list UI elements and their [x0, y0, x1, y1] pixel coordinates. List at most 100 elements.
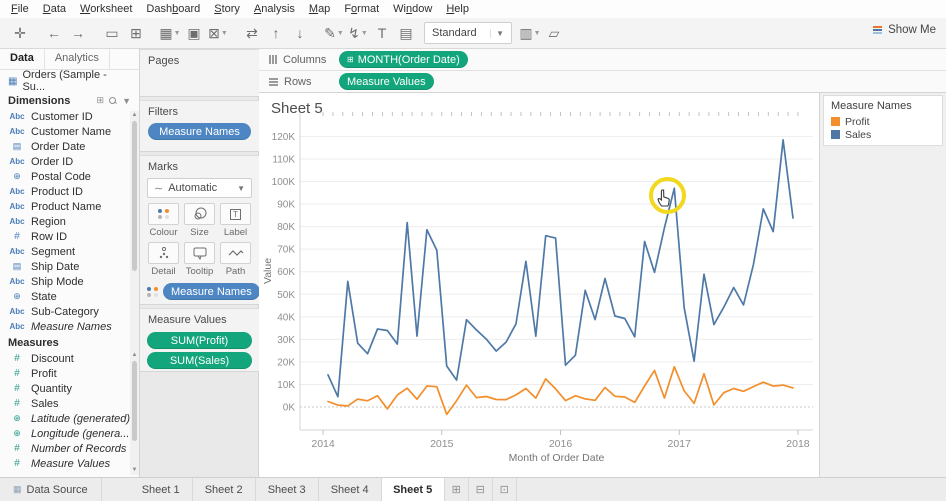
dimensions-scrollbar[interactable]: ▲▼ — [130, 111, 139, 379]
dimension-field[interactable]: ▤ Ship Date — [0, 259, 139, 274]
mark-button-detail[interactable]: Detail — [147, 242, 180, 277]
filter-pill[interactable]: Measure Names — [148, 123, 251, 140]
measure-field[interactable]: # Quantity — [0, 381, 139, 396]
field-type-icon: # — [8, 231, 26, 242]
undo-icon[interactable]: ← — [42, 21, 66, 45]
columns-shelf[interactable]: Columns ⊞MONTH(Order Date) — [259, 49, 946, 71]
menu-item[interactable]: Map — [302, 2, 337, 16]
dimension-field[interactable]: Abc Customer Name — [0, 124, 139, 139]
measure-values-pill[interactable]: SUM(Sales) — [147, 352, 252, 369]
mark-button-label[interactable]: T Label — [219, 203, 252, 238]
new-worksheet-tab-icon[interactable]: ⊞ — [445, 478, 469, 501]
measure-field[interactable]: # Profit — [0, 366, 139, 381]
measure-field[interactable]: ⊕ Longitude (genera... — [0, 426, 139, 441]
datasource-item[interactable]: ▦ Orders (Sample - Su... — [0, 70, 139, 92]
menu-item[interactable]: File — [4, 2, 36, 16]
sort-descending-icon[interactable]: ↓ — [288, 21, 312, 45]
save-icon[interactable]: ▭ — [100, 21, 124, 45]
redo-icon[interactable]: → — [66, 21, 90, 45]
show-me-button[interactable]: Show Me — [873, 24, 936, 36]
sheet-tab[interactable]: Sheet 5 — [382, 478, 445, 501]
mark-type-dropdown[interactable]: ∼Automatic▼ — [147, 178, 252, 198]
menu-item[interactable]: Format — [337, 2, 386, 16]
marks-pill[interactable]: Measure Names — [163, 283, 260, 300]
view-as-grid-icon[interactable]: ⊞ — [97, 95, 105, 106]
rows-pill[interactable]: Measure Values — [339, 73, 434, 90]
measure-field[interactable]: ⊕ Latitude (generated) — [0, 411, 139, 426]
chart-svg[interactable]: 0K10K20K30K40K50K60K70K80K90K100K110K120… — [259, 93, 820, 477]
new-dashboard-tab-icon[interactable]: ⊟ — [469, 478, 493, 501]
sheet-tab[interactable]: Sheet 1 — [130, 478, 193, 501]
data-pane: DataAnalytics ▦ Orders (Sample - Su... D… — [0, 49, 140, 477]
sort-ascending-icon[interactable]: ↑ — [264, 21, 288, 45]
field-type-icon: ⊕ — [8, 428, 26, 439]
dimension-field[interactable]: ⊕ Postal Code — [0, 169, 139, 184]
mark-button-path[interactable]: Path — [219, 242, 252, 277]
add-data-icon[interactable]: ⊞ — [124, 21, 148, 45]
filters-shelf[interactable]: Filters Measure Names — [140, 100, 259, 152]
legend-item[interactable]: Profit — [824, 115, 942, 128]
show-labels-icon[interactable]: T — [370, 21, 394, 45]
tableau-logo-icon[interactable]: ✛ — [8, 21, 32, 45]
measure-values-pill[interactable]: SUM(Profit) — [147, 332, 252, 349]
tab-data-source[interactable]: ▦ Data Source — [0, 478, 102, 501]
dimension-field[interactable]: Abc Region — [0, 214, 139, 229]
rows-shelf[interactable]: Rows Measure Values — [259, 71, 946, 93]
field-type-icon: # — [8, 368, 26, 379]
marks-card: Marks ∼Automatic▼ Colour Size — [140, 155, 259, 305]
menu-item[interactable]: Worksheet — [73, 2, 139, 16]
menu-item[interactable]: Dashboard — [139, 2, 207, 16]
dimension-field[interactable]: Abc Sub-Category — [0, 304, 139, 319]
field-type-icon: ⊕ — [8, 413, 26, 424]
dimension-field[interactable]: Abc Ship Mode — [0, 274, 139, 289]
mark-button-tooltip[interactable]: Tooltip — [183, 242, 216, 277]
shelf-column: Pages Filters Measure Names Marks ∼Autom… — [140, 49, 259, 477]
legend-item[interactable]: Sales — [824, 128, 942, 141]
dimension-field[interactable]: Abc Measure Names — [0, 319, 139, 334]
format-icon[interactable]: ↯▼ — [346, 21, 370, 45]
dimension-field[interactable]: ⊕ State — [0, 289, 139, 304]
dimension-field[interactable]: Abc Segment — [0, 244, 139, 259]
dimension-field[interactable]: Abc Customer ID — [0, 109, 139, 124]
show-cards-icon[interactable]: ▥▼ — [518, 21, 542, 45]
measure-field[interactable]: # Number of Records — [0, 441, 139, 456]
mark-button-size[interactable]: Size — [183, 203, 216, 238]
sheet-tab[interactable]: Sheet 4 — [319, 478, 382, 501]
new-worksheet-icon[interactable]: ▦▼ — [158, 21, 182, 45]
legend-card[interactable]: Measure Names Profit Sales — [823, 95, 943, 146]
presentation-mode-icon[interactable]: ▱ — [542, 21, 566, 45]
menu-item[interactable]: Data — [36, 2, 73, 16]
field-type-icon: # — [8, 398, 26, 409]
mark-button-colour[interactable]: Colour — [147, 203, 180, 238]
search-icon[interactable] — [109, 97, 117, 105]
measure-field[interactable]: # Discount — [0, 351, 139, 366]
dimension-field[interactable]: Abc Product ID — [0, 184, 139, 199]
measure-field[interactable]: # Measure Values — [0, 456, 139, 471]
data-pane-tab[interactable]: Analytics — [45, 49, 110, 69]
field-type-icon: Abc — [8, 112, 26, 121]
svg-text:2017: 2017 — [668, 438, 692, 450]
clear-sheet-icon[interactable]: ⊠▼ — [206, 21, 230, 45]
fit-selector[interactable]: Standard▼ — [424, 22, 512, 44]
duplicate-icon[interactable]: ▣ — [182, 21, 206, 45]
dimension-field[interactable]: Abc Product Name — [0, 199, 139, 214]
dimension-field[interactable]: ▤ Order Date — [0, 139, 139, 154]
dimension-field[interactable]: Abc Order ID — [0, 154, 139, 169]
pages-shelf[interactable]: Pages — [140, 49, 259, 97]
sheet-tab[interactable]: Sheet 2 — [193, 478, 256, 501]
dimension-field[interactable]: # Row ID — [0, 229, 139, 244]
menu-item[interactable]: Analysis — [247, 2, 302, 16]
menu-item[interactable]: Help — [439, 2, 476, 16]
data-pane-tab[interactable]: Data — [0, 49, 45, 69]
new-story-tab-icon[interactable]: ⊡ — [493, 478, 517, 501]
sheet-tab[interactable]: Sheet 3 — [256, 478, 319, 501]
columns-pill[interactable]: ⊞MONTH(Order Date) — [339, 51, 468, 68]
menu-item[interactable]: Window — [386, 2, 439, 16]
highlight-icon[interactable]: ✎▼ — [322, 21, 346, 45]
measures-scrollbar[interactable]: ▲▼ — [130, 351, 139, 475]
sort-options-icon[interactable]: ▼ — [122, 96, 131, 106]
fix-axes-icon[interactable]: ▤ — [394, 21, 418, 45]
swap-axes-icon[interactable]: ⇄ — [240, 21, 264, 45]
menu-item[interactable]: Story — [207, 2, 247, 16]
measure-field[interactable]: # Sales — [0, 396, 139, 411]
